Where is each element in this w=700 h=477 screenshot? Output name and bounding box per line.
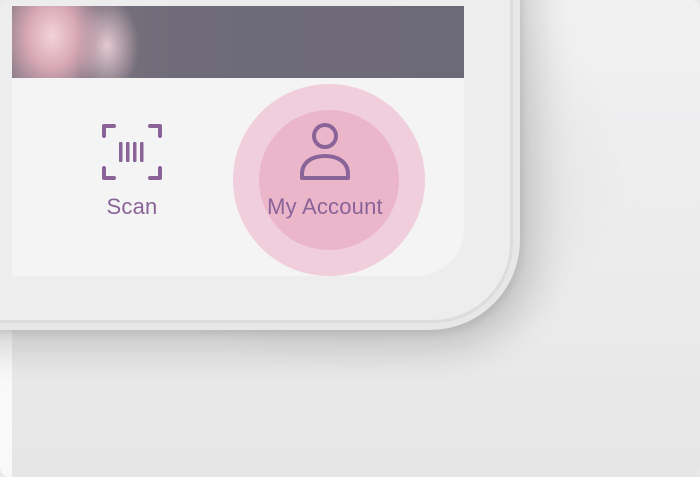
- hero-image: [12, 6, 464, 78]
- nav-item-scan[interactable]: Scan: [74, 120, 190, 220]
- app-canvas: Scan My Account: [0, 0, 700, 477]
- barcode-scan-icon: [102, 124, 162, 180]
- person-icon: [300, 123, 350, 180]
- nav-item-label: My Account: [267, 194, 383, 219]
- nav-item-label: Scan: [106, 194, 158, 219]
- nav-item-my-account[interactable]: My Account: [242, 120, 408, 220]
